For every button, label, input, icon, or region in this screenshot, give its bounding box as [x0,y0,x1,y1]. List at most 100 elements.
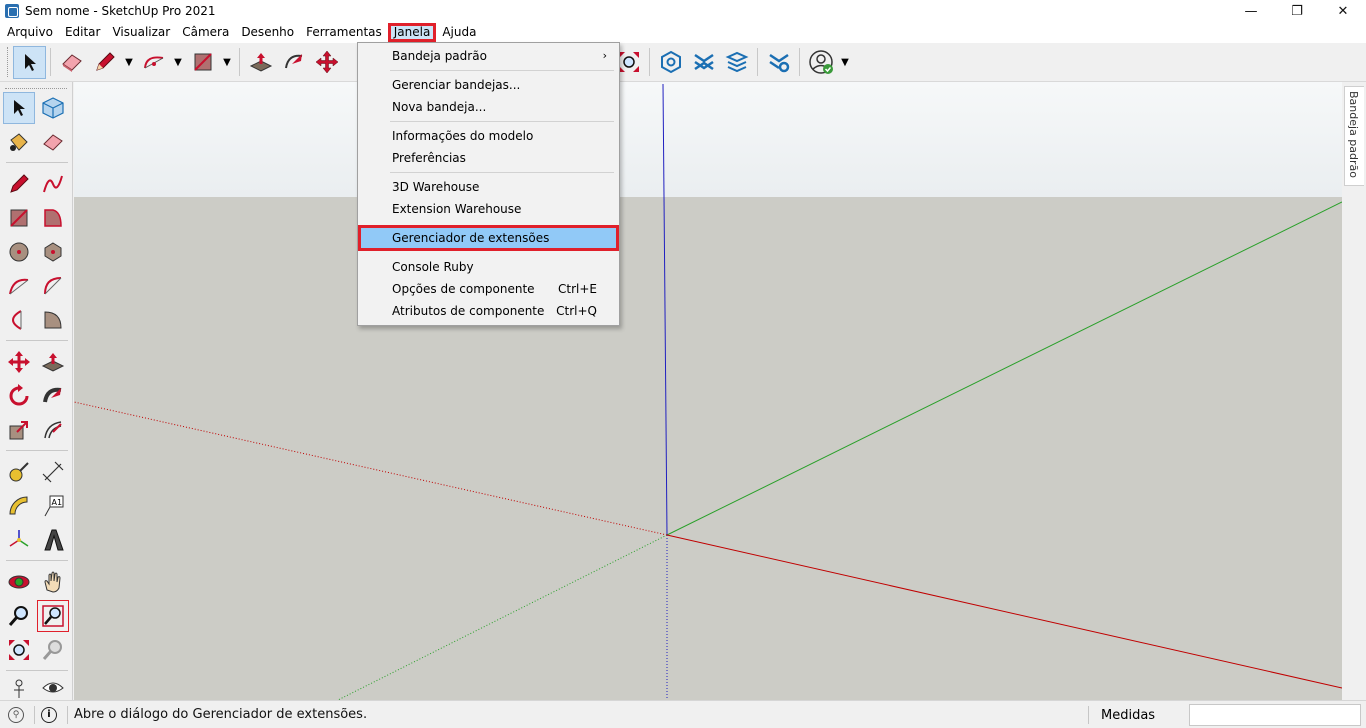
menu-item-component-attributes[interactable]: Atributos de componente Ctrl+Q [360,300,617,322]
title-bar: Sem nome - SketchUp Pro 2021 — ❐ ✕ [0,0,1366,22]
previous-view-button[interactable] [37,634,69,666]
line-tool-dropdown-arrow-icon[interactable]: ▼ [121,46,137,79]
pan-tool-button[interactable] [37,566,69,598]
line-tool-button[interactable] [3,168,35,200]
zoom-extents-tool-button[interactable] [3,634,35,666]
move-arrows-icon [315,50,338,74]
push-pull-icon [249,53,272,72]
dimension-tool-button[interactable] [37,456,69,488]
eraser-tool-button[interactable] [37,126,69,158]
three-point-arc-tool-button[interactable] [3,304,35,336]
menu-ferramentas[interactable]: Ferramentas [300,23,388,42]
geo-location-icon[interactable]: ⚲ [8,706,24,723]
look-around-button[interactable] [37,676,69,700]
rectangle-icon [193,53,212,71]
drawing-viewport[interactable] [74,82,1342,700]
menu-item-model-info[interactable]: Informações do modelo [360,125,617,147]
green-axis-solid [666,201,1342,536]
position-camera-button[interactable] [3,676,35,700]
rectangle-tool-button[interactable] [3,202,35,234]
menu-item-3d-warehouse[interactable]: 3D Warehouse [360,176,617,198]
rotated-rectangle-tool-button[interactable] [37,202,69,234]
freehand-tool-button[interactable] [37,168,69,200]
two-point-arc-icon [44,277,62,295]
text-tool-button[interactable]: A1 [37,490,69,522]
extension-warehouse-button[interactable] [654,46,687,79]
menu-desenho[interactable]: Desenho [235,23,300,42]
rectangle-tool-button[interactable] [186,46,219,79]
menu-item-extension-manager[interactable]: Gerenciador de extensões [358,225,619,251]
toolbar-separator [50,48,51,76]
default-tray-tab[interactable]: Bandeja padrão [1344,86,1364,186]
scale-tool-button[interactable] [3,414,35,446]
3d-warehouse-icon [693,53,714,71]
status-message: Abre o diálogo do Gerenciador de extensõ… [74,707,368,722]
menu-ajuda[interactable]: Ajuda [436,23,482,42]
pan-hand-icon [44,571,61,593]
layers-button[interactable] [720,46,753,79]
dimension-icon [42,461,64,483]
circle-tool-button[interactable] [3,236,35,268]
menu-item-extension-warehouse[interactable]: Extension Warehouse [360,198,617,220]
menu-janela[interactable]: Janela [387,23,437,42]
left-toolbar-separator [6,340,68,341]
protractor-tool-button[interactable] [3,490,35,522]
orbit-tool-button[interactable] [3,566,35,598]
move-tool-button[interactable] [3,346,35,378]
menu-arquivo[interactable]: Arquivo [1,23,59,42]
menu-visualizar[interactable]: Visualizar [106,23,176,42]
rectangle-tool-dropdown-arrow-icon[interactable]: ▼ [219,46,235,79]
offset-tool-button[interactable] [37,414,69,446]
menu-item-manage-trays[interactable]: Gerenciar bandejas... [360,74,617,96]
account-button[interactable] [804,46,837,79]
info-icon[interactable]: i [41,706,57,723]
select-tool-button[interactable] [3,92,35,124]
axes-tool-button[interactable] [3,524,35,556]
menu-item-default-tray[interactable]: Bandeja padrão › [360,45,617,67]
account-dropdown-arrow-icon[interactable]: ▼ [837,46,853,79]
zoom-window-tool-button[interactable] [37,600,69,632]
toolbar-separator [799,48,800,76]
push-pull-tool-button[interactable] [244,46,277,79]
zoom-extents-icon [618,52,639,72]
3d-text-tool-button[interactable] [37,524,69,556]
menu-item-preferences[interactable]: Preferências [360,147,617,169]
left-toolbar-grip[interactable] [5,88,67,91]
measurements-input[interactable] [1189,704,1361,726]
user-account-icon [808,50,833,74]
default-tray-tab-label: Bandeja padrão [1347,91,1360,179]
follow-me-tool-button[interactable] [37,380,69,412]
make-component-button[interactable] [37,92,69,124]
rotate-tool-button[interactable] [3,380,35,412]
select-tool-button[interactable] [13,45,46,79]
menu-item-component-options[interactable]: Opções de componente Ctrl+E [360,278,617,300]
arc-tool-dropdown-arrow-icon[interactable]: ▼ [170,46,186,79]
push-pull-tool-button[interactable] [37,346,69,378]
3d-warehouse-button[interactable] [687,46,720,79]
look-around-eye-icon [42,682,64,693]
line-tool-button[interactable] [88,46,121,79]
two-point-arc-tool-button[interactable] [37,270,69,302]
tape-measure-tool-button[interactable] [3,456,35,488]
restore-button[interactable]: ❐ [1274,0,1320,22]
move-tool-button[interactable] [310,46,343,79]
toolbar-separator [649,48,650,76]
polygon-tool-button[interactable] [37,236,69,268]
measurements-separator [1088,706,1089,724]
menu-item-new-tray[interactable]: Nova bandeja... [360,96,617,118]
extension-manager-button[interactable] [762,46,795,79]
arc-tool-button[interactable] [137,46,170,79]
arc-tool-button[interactable] [3,270,35,302]
eraser-tool-button[interactable] [55,46,88,79]
menu-editar[interactable]: Editar [59,23,107,42]
toolbar-grip[interactable] [7,47,10,77]
pie-tool-button[interactable] [37,304,69,336]
paint-bucket-tool-button[interactable] [3,126,35,158]
zoom-tool-button[interactable] [3,600,35,632]
menu-separator [390,121,614,122]
menu-item-ruby-console[interactable]: Console Ruby [360,256,617,278]
minimize-button[interactable]: — [1228,0,1274,22]
close-button[interactable]: ✕ [1320,0,1366,22]
menu-camera[interactable]: Câmera [176,23,235,42]
follow-me-tool-button[interactable] [277,46,310,79]
